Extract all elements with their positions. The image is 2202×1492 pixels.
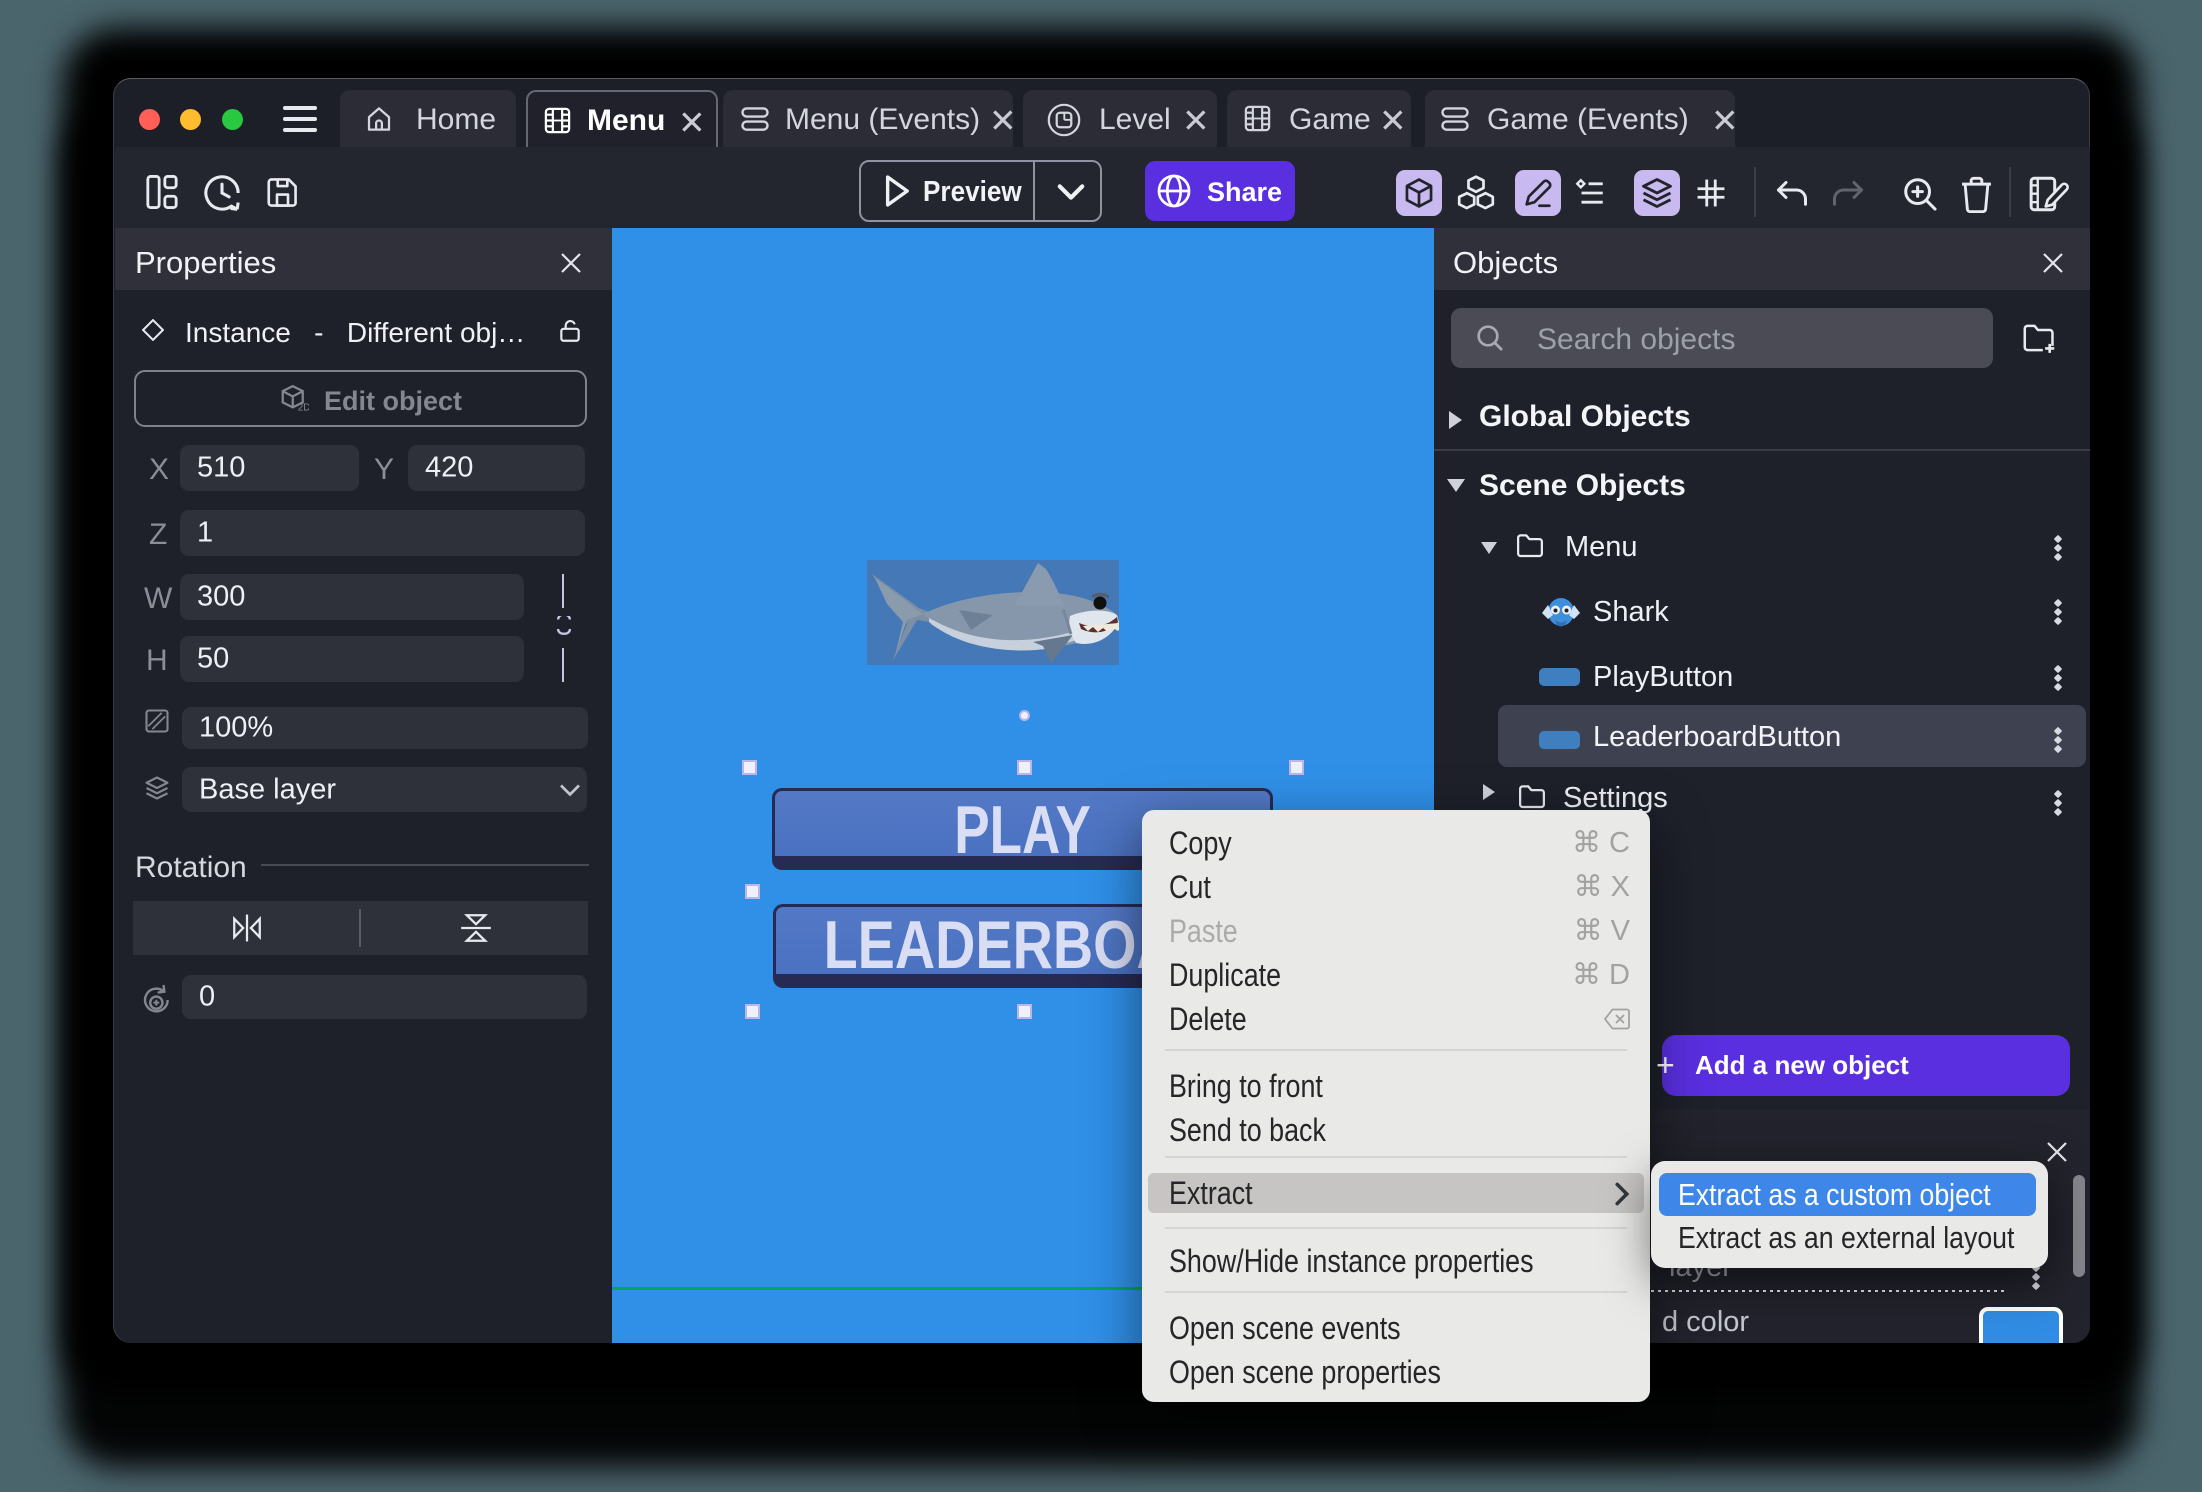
svg-text:2D: 2D bbox=[298, 403, 309, 414]
